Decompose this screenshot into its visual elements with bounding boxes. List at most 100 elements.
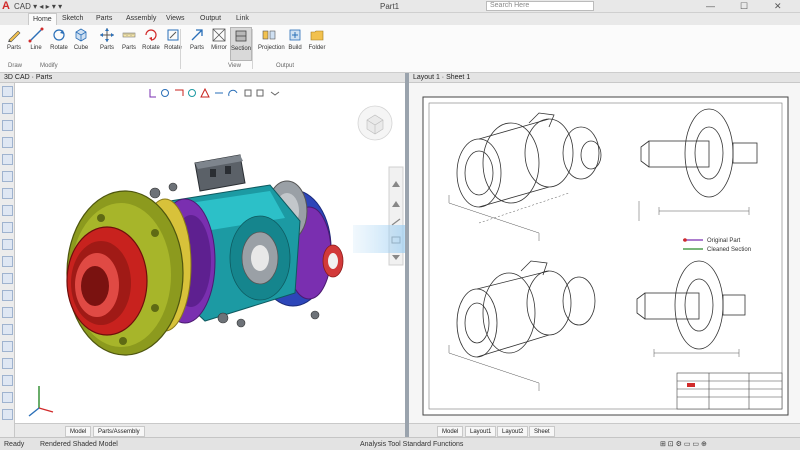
quick-access-toolbar[interactable]: CAD ▾ ◂ ▸ ▾ ▾	[14, 1, 62, 12]
left-tool-button[interactable]	[2, 205, 13, 216]
left-tool-button[interactable]	[2, 86, 13, 97]
minimize-button[interactable]: —	[706, 1, 715, 12]
left-tool-button[interactable]	[2, 341, 13, 352]
build-icon	[289, 29, 301, 41]
left-view-title[interactable]: 3D CAD · Parts	[4, 73, 52, 83]
maximize-button[interactable]: ☐	[740, 1, 748, 12]
tool-label: Build	[288, 45, 302, 51]
section-icon	[235, 30, 247, 42]
rotate-icon	[53, 29, 65, 41]
left-tool-button[interactable]	[2, 358, 13, 369]
tab-model[interactable]: Model	[65, 426, 92, 437]
cube-button[interactable]: Cube	[70, 27, 92, 61]
move-button[interactable]: Parts	[96, 27, 118, 61]
ribbon-panel: Parts Line Rotate Cube Parts Parts Rotat…	[0, 25, 800, 73]
left-tool-button[interactable]	[2, 188, 13, 199]
tool-label: Rotate	[142, 45, 160, 51]
status-functions: Analysis Tool Standard Functions	[360, 441, 464, 448]
rotate-button[interactable]: Rotate	[48, 27, 70, 61]
tab-home[interactable]: Home	[28, 13, 57, 25]
arrow-button[interactable]: Parts	[186, 27, 208, 61]
rotate-icon	[145, 29, 157, 41]
left-tool-button[interactable]	[2, 103, 13, 114]
left-tool-button[interactable]	[2, 324, 13, 335]
left-tool-button[interactable]	[2, 171, 13, 182]
left-tool-button[interactable]	[2, 307, 13, 318]
tab-sketch[interactable]: Sketch	[58, 13, 87, 25]
ribbon-tabs: Home Sketch Parts Assembly Views Output …	[0, 13, 800, 25]
cube-icon	[75, 28, 87, 42]
app-logo[interactable]: A	[2, 1, 13, 12]
rotate-button-2[interactable]: Rotate	[140, 27, 162, 61]
group-label-modify: Modify	[40, 63, 58, 69]
tab-parts[interactable]: Parts	[92, 13, 116, 25]
tab-link[interactable]: Link	[232, 13, 253, 25]
tab-layout2[interactable]: Layout2	[497, 426, 529, 437]
status-text: Ready	[4, 441, 25, 448]
tool-label: Folder	[308, 45, 326, 51]
search-input[interactable]: Search Here	[486, 1, 594, 11]
left-tool-button[interactable]	[2, 290, 13, 301]
left-view-tabs: Model Parts/Assembly	[15, 423, 405, 437]
tool-label: Line	[30, 45, 42, 51]
tool-label: Parts	[189, 45, 204, 51]
red-hub[interactable]	[66, 226, 148, 336]
view-toolbar[interactable]	[149, 87, 280, 98]
parts-button[interactable]: Parts	[3, 27, 25, 61]
view-cube[interactable]	[357, 105, 393, 141]
left-tool-button[interactable]	[2, 137, 13, 148]
folder-button[interactable]: Folder	[306, 27, 328, 61]
left-tool-button[interactable]	[2, 392, 13, 403]
left-tool-button[interactable]	[2, 154, 13, 165]
projection-icon	[262, 30, 276, 40]
pencil-icon	[8, 30, 21, 43]
left-tool-button[interactable]	[2, 375, 13, 386]
line-button[interactable]: Line	[25, 27, 47, 61]
left-tool-button[interactable]	[2, 222, 13, 233]
rotate-icon	[167, 29, 179, 41]
section-button[interactable]: Section	[230, 27, 252, 61]
left-tool-button[interactable]	[2, 273, 13, 284]
tab-assembly[interactable]: Assembly	[122, 13, 160, 25]
status-icons[interactable]: ⊞ ⊡ ⚙ ▭ ▭ ⊕	[660, 438, 707, 450]
left-view-header: 3D CAD · Parts	[0, 73, 408, 83]
projection-button[interactable]: Projection	[258, 27, 285, 61]
tool-label: Projection	[258, 45, 285, 51]
legend-label-cleaned: Cleaned Section	[707, 247, 751, 253]
tab-views[interactable]: Views	[162, 13, 189, 25]
tab-model[interactable]: Model	[437, 426, 464, 437]
group-label-view: View	[228, 63, 241, 69]
right-view-tabs: Model Layout1 Layout2 Sheet	[409, 423, 800, 437]
left-tool-button[interactable]	[2, 120, 13, 131]
right-view-title[interactable]: Layout 1 · Sheet 1	[413, 73, 470, 83]
drawing-sheet[interactable]: Original Part Cleaned Section	[409, 83, 800, 423]
left-tool-button[interactable]	[2, 409, 13, 420]
3d-viewport[interactable]	[15, 83, 440, 423]
3d-model-canvas[interactable]	[15, 83, 440, 423]
tool-label: Parts	[99, 45, 114, 51]
tool-label: Parts	[6, 45, 21, 51]
left-tool-button[interactable]	[2, 256, 13, 267]
window-title: Part1	[380, 2, 400, 11]
tab-layout1[interactable]: Layout1	[465, 426, 497, 437]
drawing-viewport[interactable]: Original Part Cleaned Section	[409, 83, 800, 423]
mount-block[interactable]	[194, 154, 246, 192]
mirror-button[interactable]: Mirror	[208, 27, 230, 61]
group-label-output: Output	[276, 63, 295, 69]
title-bar: A CAD ▾ ◂ ▸ ▾ ▾ Part1 Search Here — ☐ ✕	[0, 0, 800, 13]
left-tool-button[interactable]	[2, 239, 13, 250]
measure-button[interactable]: Parts	[118, 27, 140, 61]
tab-sheet[interactable]: Sheet	[529, 426, 555, 437]
ribbon-separator	[252, 29, 253, 69]
tab-output[interactable]: Output	[196, 13, 225, 25]
build-button[interactable]: Build	[284, 27, 306, 61]
close-button[interactable]: ✕	[774, 1, 782, 12]
tool-label: Cube	[73, 45, 89, 51]
legend-label-original: Original Part	[707, 238, 741, 244]
measure-icon	[122, 32, 136, 38]
3d-assembly-model[interactable]	[66, 154, 344, 356]
mirror-icon	[212, 28, 226, 42]
tab-parts-assembly[interactable]: Parts/Assembly	[93, 426, 145, 437]
tool-label: Section	[231, 46, 252, 52]
ribbon-separator	[180, 29, 181, 69]
